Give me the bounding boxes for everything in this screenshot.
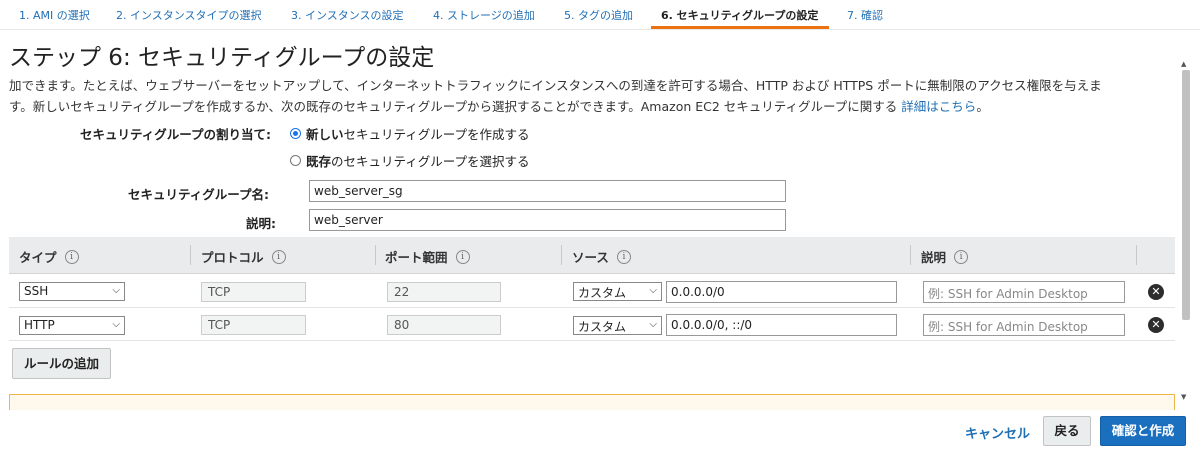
info-icon[interactable]: i	[64, 249, 79, 264]
source-mode-value: カスタム	[578, 320, 627, 334]
port-range-value: 22	[387, 282, 501, 302]
col-source: ソース i	[572, 247, 631, 266]
assignment-label: セキュリティグループの割り当て:	[80, 127, 271, 142]
column-divider	[561, 245, 562, 265]
table-row: SSH ⌵ TCP 22 カスタム ⌵ 0.0.0.0/0 例: SSH for…	[9, 275, 1175, 308]
back-button[interactable]: 戻る	[1043, 416, 1091, 446]
review-and-launch-button[interactable]: 確認と作成	[1100, 416, 1186, 446]
col-description-label: 説明	[921, 250, 947, 265]
source-mode-select[interactable]: カスタム ⌵	[573, 316, 662, 335]
type-select[interactable]: HTTP ⌵	[19, 316, 125, 335]
group-desc-label: 説明:	[246, 216, 276, 231]
info-icon[interactable]: i	[271, 249, 286, 264]
info-icon[interactable]: i	[616, 249, 631, 264]
source-mode-value: カスタム	[578, 286, 627, 300]
col-type-label: タイプ	[19, 250, 57, 265]
column-divider	[1136, 245, 1137, 265]
radio-new-label: セキュリティグループを作成する	[343, 127, 530, 142]
description-suffix: 。	[976, 99, 989, 114]
port-range-value: 80	[387, 315, 501, 335]
col-protocol: プロトコル i	[201, 247, 286, 266]
cancel-link[interactable]: キャンセル	[965, 423, 1030, 442]
rule-description-input[interactable]: 例: SSH for Admin Desktop	[923, 281, 1125, 303]
table-row: HTTP ⌵ TCP 80 カスタム ⌵ 0.0.0.0/0, ::/0 例: …	[9, 308, 1175, 341]
radio-new-group[interactable]: 新しい セキュリティグループを作成する	[290, 124, 530, 143]
type-value: SSH	[24, 284, 49, 298]
source-cidr-input[interactable]: 0.0.0.0/0	[666, 281, 897, 303]
description-line-1: 加できます。たとえば、ウェブサーバーをセットアップして、インターネットトラフィッ…	[9, 78, 1102, 93]
chevron-down-icon: ⌵	[112, 319, 120, 330]
col-source-label: ソース	[572, 250, 609, 265]
add-rule-button[interactable]: ルールの追加	[12, 348, 111, 379]
col-port-range: ポート範囲 i	[385, 247, 470, 266]
scroll-down-icon[interactable]: ▼	[1181, 393, 1186, 401]
active-tab-indicator	[651, 26, 829, 29]
tab-instance-config[interactable]: 3. インスタンスの設定	[291, 7, 404, 23]
tab-review[interactable]: 7. 確認	[847, 7, 883, 23]
info-icon[interactable]: i	[954, 249, 969, 264]
col-protocol-label: プロトコル	[201, 250, 264, 265]
remove-rule-icon[interactable]: ✕	[1148, 284, 1164, 300]
scroll-thumb[interactable]	[1182, 70, 1190, 320]
scroll-up-icon[interactable]: ▲	[1181, 60, 1186, 68]
source-cidr-input[interactable]: 0.0.0.0/0, ::/0	[666, 314, 897, 336]
source-mode-select[interactable]: カスタム ⌵	[573, 282, 662, 301]
remove-rule-icon[interactable]: ✕	[1148, 317, 1164, 333]
tab-ami-select[interactable]: 1. AMI の選択	[19, 7, 90, 23]
chevron-down-icon: ⌵	[112, 285, 120, 296]
description-line-2: す。新しいセキュリティグループを作成するか、次の既存のセキュリティグループから選…	[9, 96, 989, 115]
chevron-down-icon: ⌵	[649, 319, 657, 330]
radio-new-strong: 新しい	[306, 127, 344, 142]
column-divider	[910, 245, 911, 265]
rules-table-header: タイプ i プロトコル i ポート範囲 i ソース i 説明 i	[9, 237, 1175, 274]
group-name-input[interactable]	[309, 180, 786, 202]
radio-existing-strong: 既存	[306, 154, 332, 169]
rule-description-input[interactable]: 例: SSH for Admin Desktop	[923, 314, 1125, 336]
col-description: 説明 i	[921, 247, 969, 266]
wizard-steps: 1. AMI の選択 2. インスタンスタイプの選択 3. インスタンスの設定 …	[0, 0, 1200, 30]
chevron-down-icon: ⌵	[649, 285, 657, 296]
tab-add-storage[interactable]: 4. ストレージの追加	[433, 7, 535, 23]
vertical-scrollbar[interactable]: ▲ ▼	[1180, 60, 1192, 405]
radio-button[interactable]	[290, 128, 301, 139]
radio-button[interactable]	[290, 155, 301, 166]
type-select[interactable]: SSH ⌵	[19, 282, 125, 301]
col-type: タイプ i	[19, 247, 79, 266]
column-divider	[375, 245, 376, 265]
tab-instance-type[interactable]: 2. インスタンスタイプの選択	[116, 7, 262, 23]
column-divider	[190, 245, 191, 265]
radio-existing-group[interactable]: 既存 のセキュリティグループを選択する	[290, 151, 530, 170]
group-desc-input[interactable]	[309, 209, 786, 231]
tab-security-group[interactable]: 6. セキュリティグループの設定	[661, 7, 818, 23]
tab-add-tags[interactable]: 5. タグの追加	[564, 7, 633, 23]
radio-existing-label: のセキュリティグループを選択する	[331, 154, 530, 169]
col-port-label: ポート範囲	[385, 250, 448, 265]
type-value: HTTP	[24, 318, 55, 332]
description-text: す。新しいセキュリティグループを作成するか、次の既存のセキュリティグループから選…	[9, 99, 898, 114]
details-link[interactable]: 詳細はこちら	[901, 99, 976, 114]
group-name-label: セキュリティグループ名:	[128, 187, 269, 202]
page-title: ステップ 6: セキュリティグループの設定	[9, 45, 435, 71]
protocol-value: TCP	[201, 282, 306, 302]
protocol-value: TCP	[201, 315, 306, 335]
warning-banner	[9, 394, 1175, 410]
info-icon[interactable]: i	[455, 249, 470, 264]
